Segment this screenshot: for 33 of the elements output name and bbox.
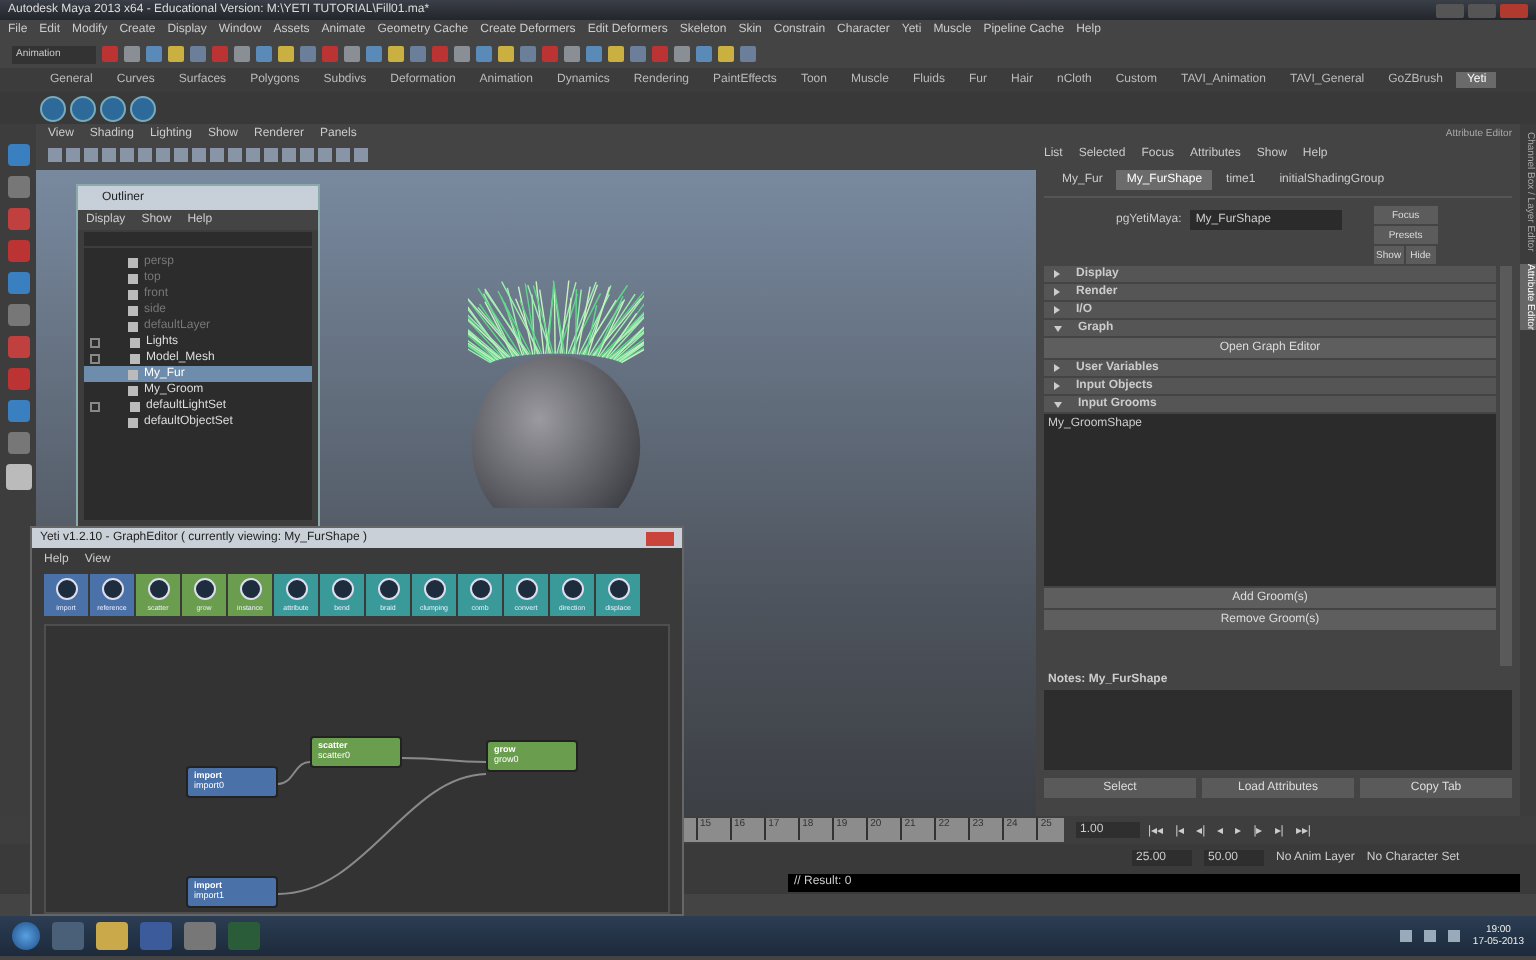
filter-field[interactable]	[84, 232, 312, 246]
shelf-icon[interactable]	[70, 95, 96, 121]
tool-icon[interactable]	[7, 304, 29, 326]
expand-arrow-icon[interactable]	[1054, 306, 1060, 314]
tool-icon[interactable]	[7, 432, 29, 454]
shelf-icon[interactable]	[130, 95, 156, 121]
expand-arrow-icon[interactable]	[1054, 364, 1060, 372]
tool-icon[interactable]	[7, 144, 29, 166]
tool-icon[interactable]	[7, 272, 29, 294]
layout-icon[interactable]	[5, 464, 31, 490]
start-button[interactable]	[12, 922, 40, 950]
taskbar-app-icon[interactable]	[96, 922, 128, 950]
shelf-icon[interactable]	[100, 95, 126, 121]
shelf-icon[interactable]	[40, 95, 66, 121]
expand-arrow-icon[interactable]	[1054, 382, 1060, 390]
maximize-button[interactable]	[1468, 3, 1496, 17]
minimize-button[interactable]	[1436, 3, 1464, 17]
taskbar-app-icon[interactable]	[184, 922, 216, 950]
expand-arrow-icon[interactable]	[1054, 270, 1060, 278]
expand-arrow-icon[interactable]	[1054, 288, 1060, 296]
taskbar-app-icon[interactable]	[140, 922, 172, 950]
expand-arrow-icon[interactable]	[1054, 325, 1062, 331]
tool-icon[interactable]	[7, 400, 29, 422]
tool-icon[interactable]	[7, 368, 29, 390]
taskbar-app-icon[interactable]	[228, 922, 260, 950]
tool-icon[interactable]	[7, 176, 29, 198]
close-button[interactable]	[646, 531, 674, 545]
tool-icon[interactable]	[7, 208, 29, 230]
close-button[interactable]	[1500, 3, 1528, 17]
expand-arrow-icon[interactable]	[1054, 401, 1062, 407]
taskbar-app-icon[interactable]	[52, 922, 84, 950]
tool-icon[interactable]	[7, 336, 29, 358]
tool-icon[interactable]	[7, 240, 29, 262]
